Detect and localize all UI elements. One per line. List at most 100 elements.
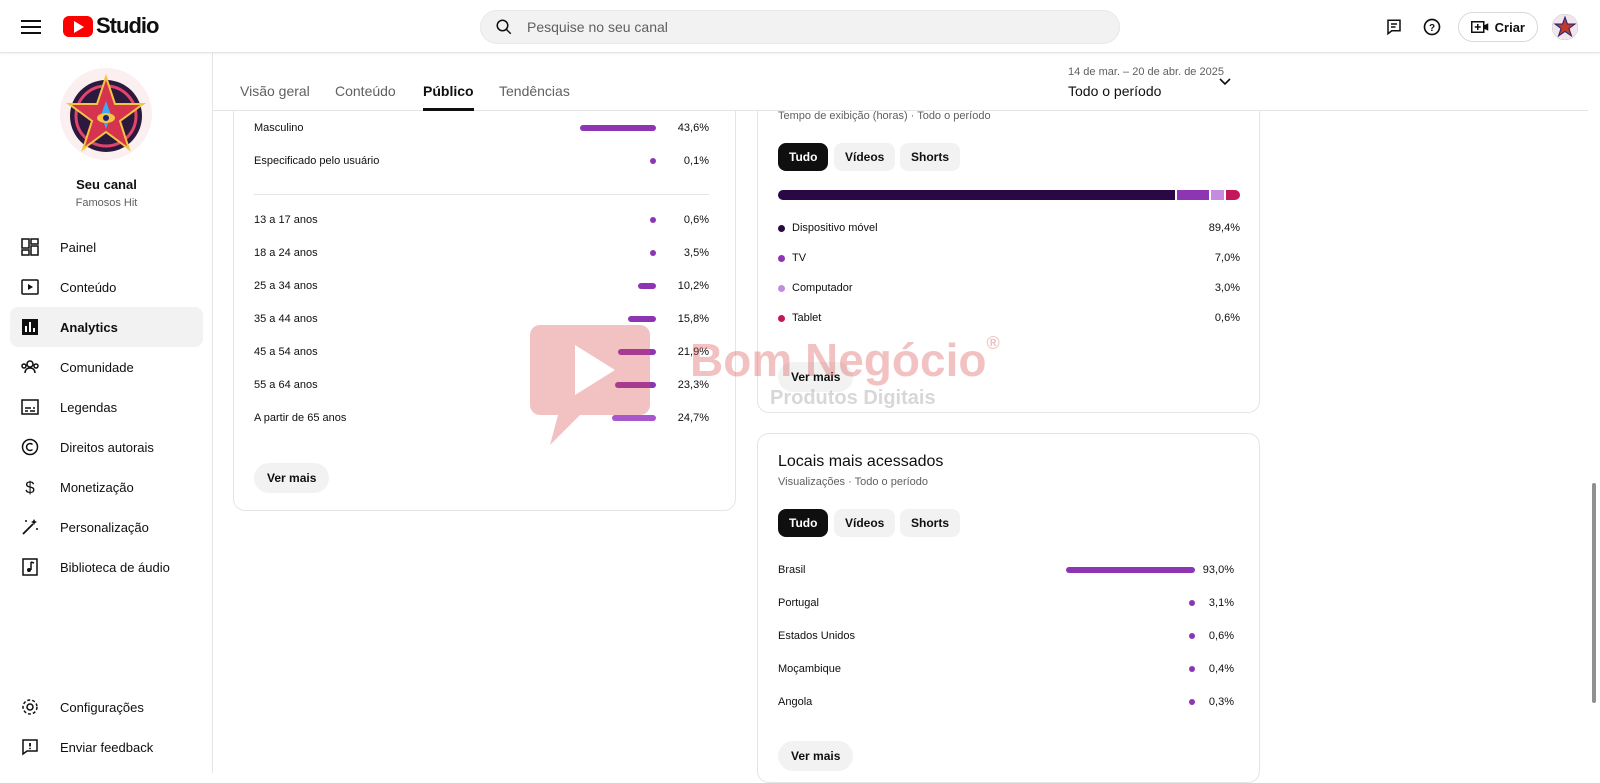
- menu-icon[interactable]: [19, 16, 43, 36]
- chip-all[interactable]: Tudo: [778, 509, 829, 537]
- feedback-icon: [20, 737, 40, 757]
- gender-row: Masculino 43,6%: [254, 118, 709, 138]
- location-bar: [1189, 699, 1195, 705]
- chip-all[interactable]: Tudo: [778, 143, 829, 171]
- location-label: Estados Unidos: [778, 630, 856, 642]
- age-label: 45 a 54 anos: [254, 346, 318, 358]
- see-more-button[interactable]: Ver mais: [254, 463, 330, 493]
- tab-conteudo[interactable]: Conteúdo: [335, 83, 396, 111]
- sidebar-item-analytics[interactable]: Analytics: [10, 307, 203, 347]
- sidebar-item-label: Monetização: [60, 479, 134, 495]
- age-label: 13 a 17 anos: [254, 214, 318, 226]
- content-icon: [20, 277, 40, 297]
- device-label: Tablet: [792, 312, 822, 324]
- device-label: Computador: [792, 282, 853, 294]
- sidebar-item-direitos-autorais[interactable]: Direitos autorais: [10, 427, 203, 467]
- age-value: 3,5%: [683, 247, 709, 259]
- gender-value: 43,6%: [677, 122, 709, 134]
- age-value: 0,6%: [683, 214, 709, 226]
- device-value: 0,6%: [1214, 312, 1240, 324]
- community-icon: [20, 357, 40, 377]
- sidebar-item-label: Conteúdo: [60, 279, 117, 295]
- studio-logo[interactable]: Studio: [63, 13, 159, 39]
- sidebar-item-biblioteca-de-audio[interactable]: Biblioteca de áudio: [10, 547, 203, 587]
- age-row: 18 a 24 anos 3,5%: [254, 243, 709, 263]
- age-bar: [650, 217, 656, 223]
- location-value: 93,0%: [1202, 564, 1234, 576]
- sidebar-item-label: Comunidade: [60, 359, 134, 375]
- chip-videos[interactable]: Vídeos: [834, 509, 896, 537]
- sidebar: Seu canal Famosos Hit Painel Conteúdo An…: [0, 53, 213, 773]
- device-stacked-bar: [778, 190, 1240, 200]
- gender-row: Especificado pelo usuário 0,1%: [254, 151, 709, 171]
- tab-visao-geral[interactable]: Visão geral: [240, 83, 310, 111]
- age-row: 45 a 54 anos 21,9%: [254, 342, 709, 362]
- tab-publico[interactable]: Público: [423, 83, 474, 111]
- channel-name: Seu canal: [76, 177, 137, 192]
- monetization-icon: $: [20, 477, 40, 497]
- svg-text:$: $: [25, 478, 35, 497]
- tab-tendencias[interactable]: Tendências: [499, 83, 570, 111]
- comments-icon[interactable]: [1382, 15, 1406, 39]
- device-row: TV 7,0%: [778, 249, 1240, 269]
- sidebar-item-label: Biblioteca de áudio: [60, 559, 170, 575]
- stack-segment-tablet: [1226, 190, 1240, 200]
- sidebar-item-personalizacao[interactable]: Personalização: [10, 507, 203, 547]
- age-label: 25 a 34 anos: [254, 280, 318, 292]
- youtube-logo-icon: [63, 15, 93, 37]
- location-value: 0,4%: [1208, 663, 1234, 675]
- gender-label: Especificado pelo usuário: [254, 155, 380, 167]
- sidebar-item-comunidade[interactable]: Comunidade: [10, 347, 203, 387]
- search-bar[interactable]: [480, 10, 1120, 44]
- age-bar: [618, 349, 656, 355]
- device-value: 89,4%: [1208, 222, 1240, 234]
- age-value: 15,8%: [677, 313, 709, 325]
- channel-avatar[interactable]: [60, 68, 152, 160]
- location-label: Portugal: [778, 597, 819, 609]
- sidebar-item-legendas[interactable]: Legendas: [10, 387, 203, 427]
- location-bar: [1189, 666, 1195, 672]
- chip-shorts[interactable]: Shorts: [900, 143, 961, 171]
- see-more-button[interactable]: Ver mais: [778, 741, 854, 771]
- location-row: Moçambique 0,4%: [778, 659, 1234, 679]
- legend-dot: [778, 315, 785, 322]
- gear-icon: [20, 697, 40, 717]
- location-value: 0,6%: [1208, 630, 1234, 642]
- date-range-picker[interactable]: 14 de mar. – 20 de abr. de 2025 Todo o p…: [1068, 66, 1224, 99]
- age-value: 10,2%: [677, 280, 709, 292]
- card-subtitle: Tempo de exibição (horas) · Todo o perío…: [778, 110, 991, 122]
- location-label: Brasil: [778, 564, 806, 576]
- device-value: 7,0%: [1214, 252, 1240, 264]
- age-bar: [612, 415, 656, 421]
- account-avatar[interactable]: [1552, 14, 1578, 40]
- location-bar: [1066, 567, 1195, 573]
- sidebar-item-monetizacao[interactable]: $ Monetização: [10, 467, 203, 507]
- page-scrollbar[interactable]: [1588, 53, 1600, 773]
- location-row: Portugal 3,1%: [778, 593, 1234, 613]
- scrollbar-thumb[interactable]: [1592, 483, 1596, 703]
- location-row: Angola 0,3%: [778, 692, 1234, 712]
- help-icon[interactable]: ?: [1420, 15, 1444, 39]
- chip-shorts[interactable]: Shorts: [900, 509, 961, 537]
- sidebar-item-painel[interactable]: Painel: [10, 227, 203, 267]
- sidebar-item-conteudo[interactable]: Conteúdo: [10, 267, 203, 307]
- chip-videos[interactable]: Vídeos: [834, 143, 896, 171]
- sidebar-item-enviar-feedback[interactable]: Enviar feedback: [10, 727, 203, 767]
- age-value: 23,3%: [677, 379, 709, 391]
- sidebar-nav: Painel Conteúdo Analytics Comunidade Leg…: [10, 227, 203, 587]
- see-more-button[interactable]: Ver mais: [778, 362, 854, 392]
- svg-text:?: ?: [1429, 23, 1435, 34]
- chevron-down-icon[interactable]: [1218, 77, 1232, 87]
- location-bar: [1189, 600, 1195, 606]
- logo-text: Studio: [96, 13, 159, 38]
- gender-label: Masculino: [254, 122, 304, 134]
- audio-library-icon: [20, 557, 40, 577]
- search-icon: [496, 19, 512, 35]
- sidebar-item-configuracoes[interactable]: Configurações: [10, 687, 203, 727]
- create-button[interactable]: Criar: [1457, 12, 1538, 42]
- create-label: Criar: [1494, 19, 1525, 35]
- search-input[interactable]: [527, 19, 1087, 35]
- stack-segment-tv: [1177, 190, 1211, 200]
- dashboard-icon: [20, 237, 40, 257]
- customization-icon: [20, 517, 40, 537]
